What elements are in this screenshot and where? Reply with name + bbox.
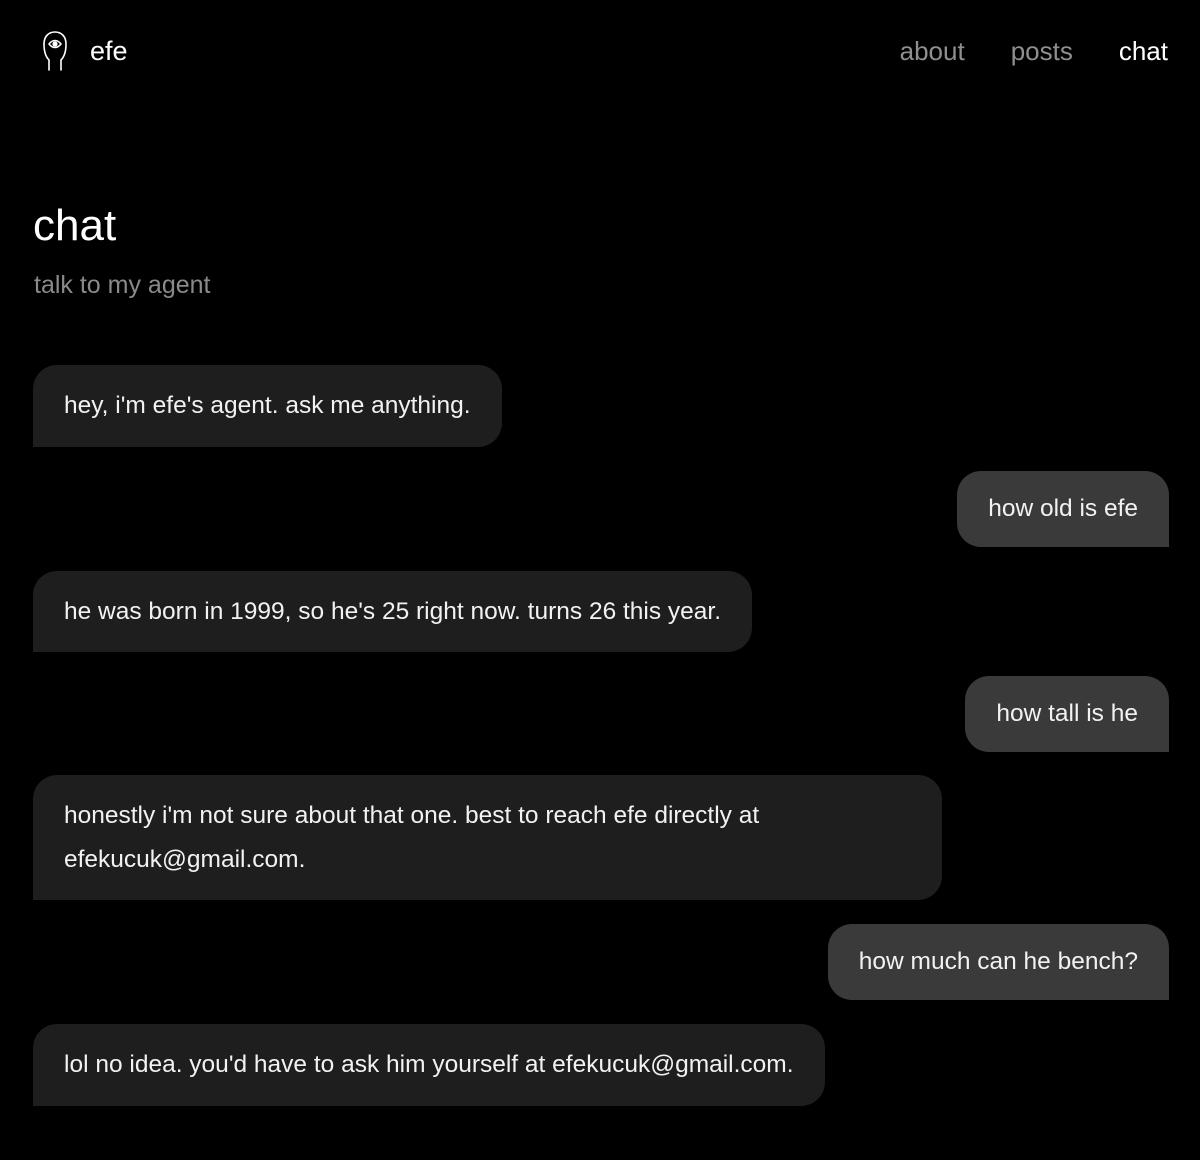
user-message: how much can he bench?	[827, 924, 1169, 1000]
agent-message: honestly i'm not sure about that one. be…	[33, 775, 942, 900]
agent-message: he was born in 1999, so he's 25 right no…	[33, 571, 753, 652]
nav-link-about[interactable]: about	[900, 32, 965, 70]
user-message: how tall is he	[965, 676, 1169, 752]
nav-link-chat[interactable]: chat	[1119, 32, 1168, 70]
page: efe about posts chat chat talk to my age…	[0, 0, 1200, 1160]
brand-name: efe	[90, 36, 128, 66]
agent-message: lol no idea. you'd have to ask him yours…	[33, 1024, 825, 1106]
page-subtitle: talk to my agent	[34, 271, 211, 299]
main-nav: about posts chat	[900, 32, 1168, 70]
user-message: how old is efe	[957, 471, 1169, 547]
page-title: chat	[33, 201, 117, 250]
face-outline-icon	[40, 30, 70, 72]
agent-message: hey, i'm efe's agent. ask me anything.	[33, 365, 502, 447]
nav-link-posts[interactable]: posts	[1011, 32, 1073, 70]
site-header: efe about posts chat	[0, 0, 1200, 100]
brand-home-link[interactable]: efe	[40, 30, 128, 72]
